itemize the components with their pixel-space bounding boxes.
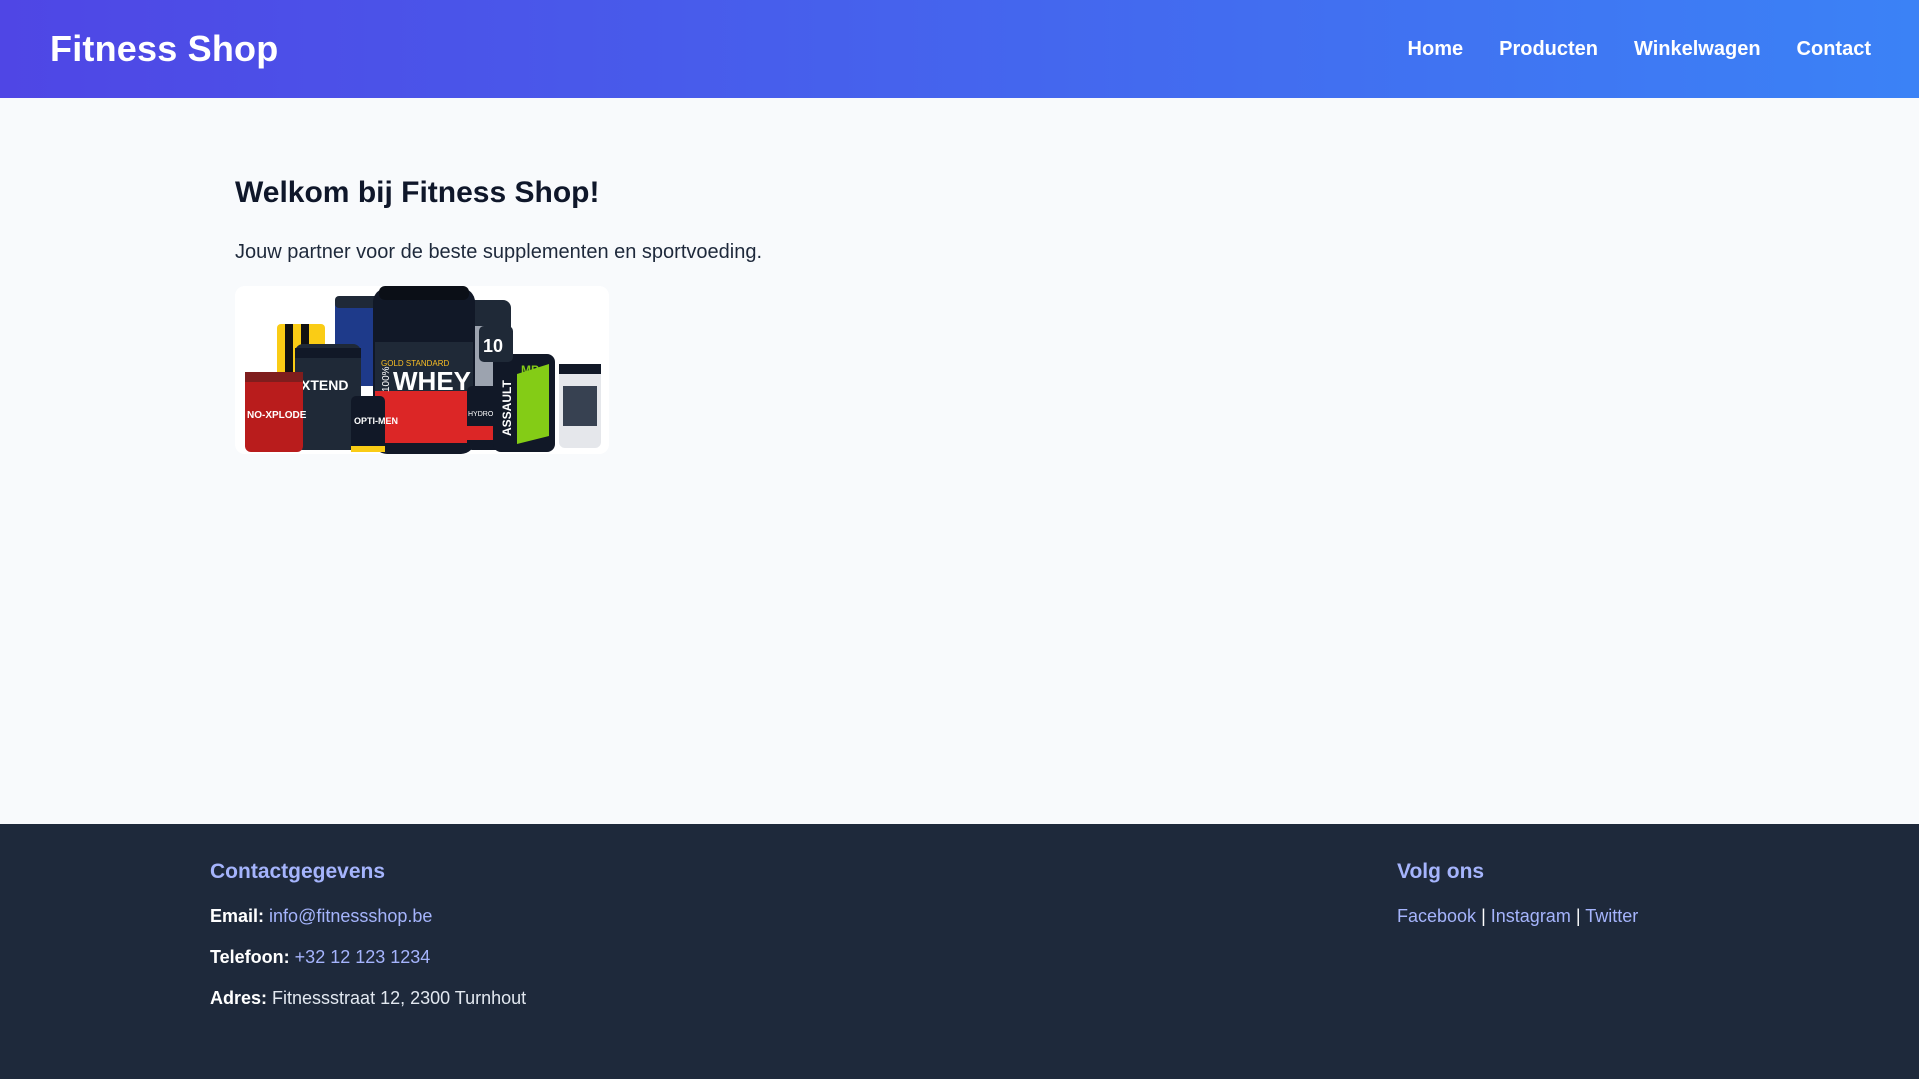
address-line: Adres: Fitnessstraat 12, 2300 Turnhout (210, 988, 526, 1009)
instagram-link[interactable]: Instagram (1491, 906, 1571, 926)
address-text: Fitnessstraat 12, 2300 Turnhout (272, 988, 527, 1008)
xtend-label-text: XTEND (301, 377, 348, 393)
mp-label-text: MP (521, 363, 539, 377)
address-label: Adres: (210, 988, 268, 1008)
email-link[interactable]: info@fitnessshop.be (269, 906, 432, 926)
email-label: Email: (210, 906, 265, 926)
assault-label-text: ASSAULT (500, 380, 514, 436)
social-separator: | (1481, 906, 1486, 926)
intro-text: Jouw partner voor de beste supplementen … (235, 241, 763, 263)
nav-contact[interactable]: Contact (1797, 38, 1871, 61)
site-header: Fitness Shop Home Producten Winkelwagen … (0, 0, 1919, 98)
phone-link[interactable]: +32 12 123 1234 (295, 947, 431, 967)
site-footer: Contactgegevens Email: info@fitnessshop.… (0, 824, 1919, 1079)
nav-winkelwagen[interactable]: Winkelwagen (1634, 38, 1761, 61)
nav-producten[interactable]: Producten (1499, 38, 1598, 61)
facebook-link[interactable]: Facebook (1397, 906, 1476, 926)
social-section: Volg ons Facebook | Instagram | Twitter (1397, 860, 1638, 927)
social-links: Facebook | Instagram | Twitter (1397, 906, 1638, 927)
nav-home[interactable]: Home (1408, 38, 1464, 61)
contact-section: Contactgegevens Email: info@fitnessshop.… (210, 860, 526, 1009)
whey-percent-text: 100% (381, 366, 392, 392)
no-xplode-label-text: NO-XPLODE (247, 410, 307, 421)
opti-men-label-text: OPTI-MEN (354, 416, 398, 426)
twitter-link[interactable]: Twitter (1585, 906, 1638, 926)
supplements-image: GOLD STANDARD 100% WHEY XTEND NO-XPLODE … (235, 286, 609, 454)
brand-logo[interactable]: Fitness Shop (50, 28, 278, 70)
phone-line: Telefoon: +32 12 123 1234 (210, 947, 526, 968)
phone-label: Telefoon: (210, 947, 290, 967)
whey-label-text: WHEY (393, 366, 471, 396)
page-title: Welkom bij Fitness Shop! (235, 176, 600, 209)
main-nav: Home Producten Winkelwagen Contact (1408, 38, 1871, 61)
social-title: Volg ons (1397, 860, 1485, 883)
contact-title: Contactgegevens (210, 860, 386, 883)
social-separator: | (1575, 906, 1581, 926)
ten-label-text: 10 (483, 336, 503, 356)
email-line: Email: info@fitnessshop.be (210, 906, 526, 927)
